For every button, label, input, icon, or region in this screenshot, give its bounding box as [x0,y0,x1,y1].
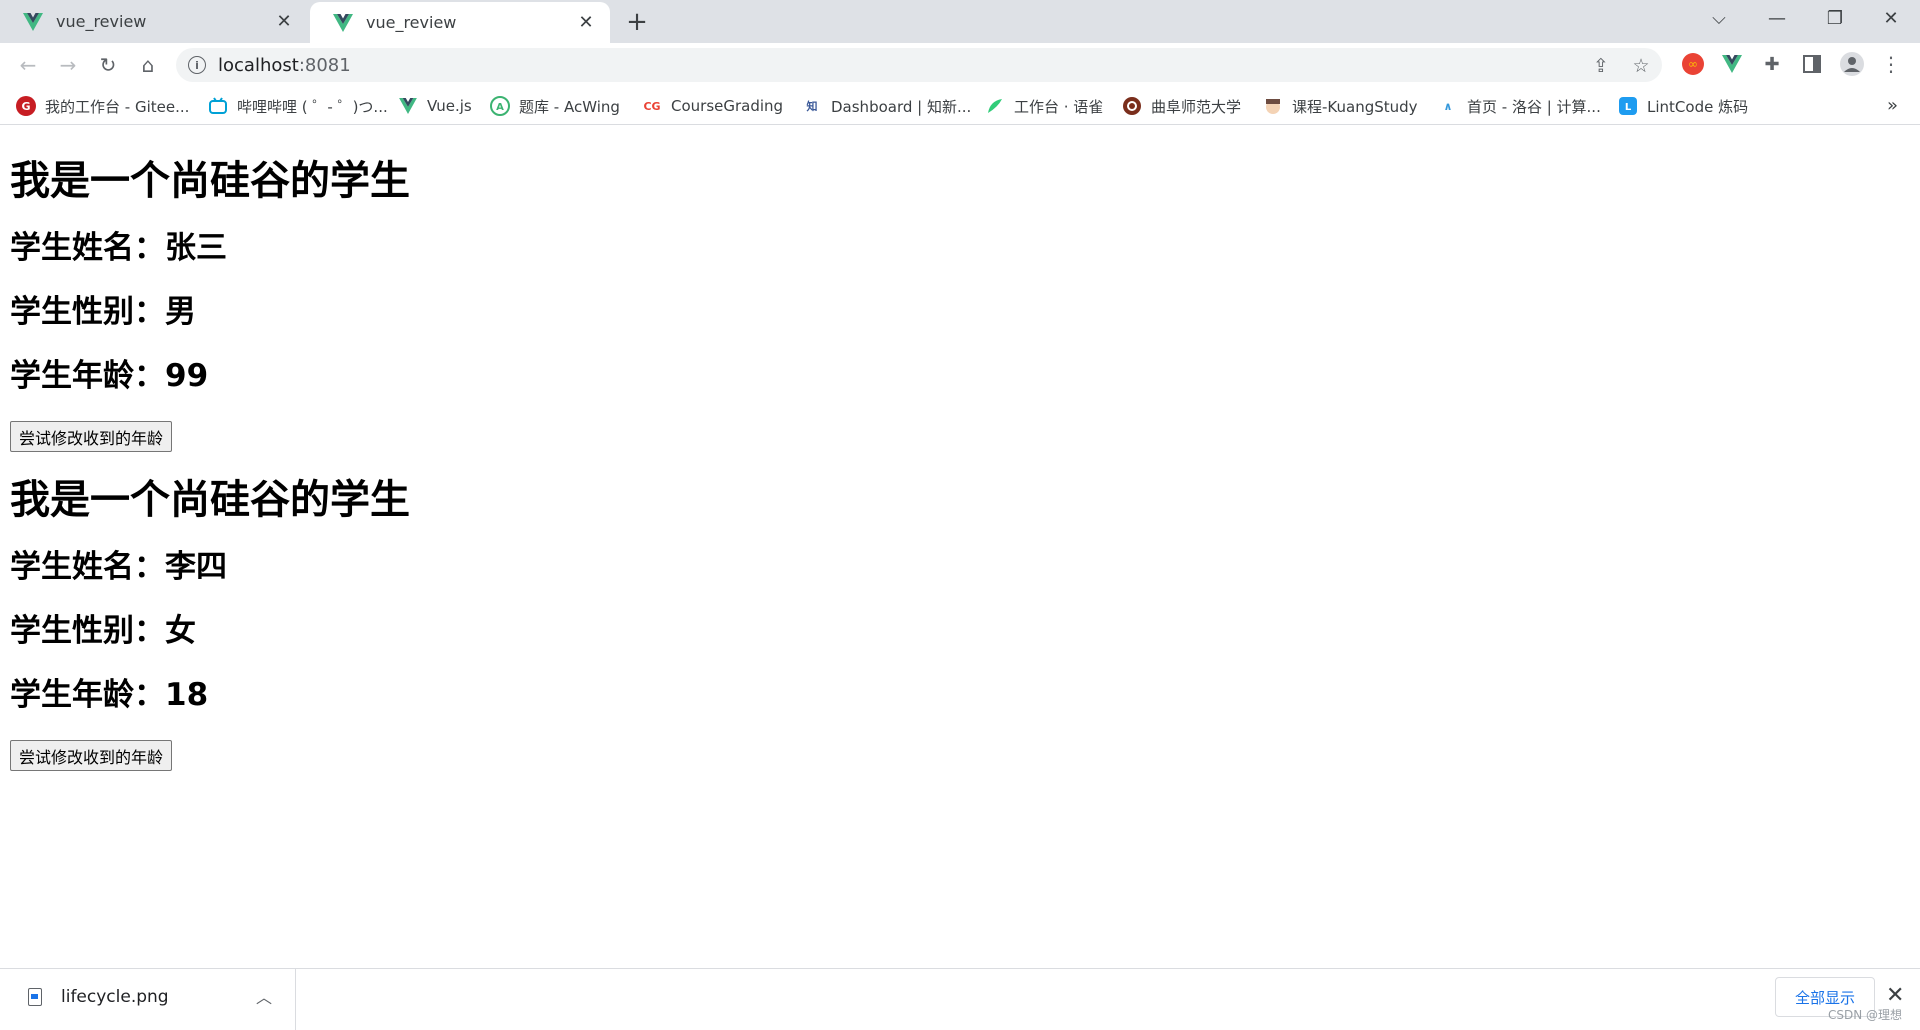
student-age: 学生年龄：99 [10,358,209,394]
tab-strip: vue_review ✕ vue_review ✕ + ⌵ — ❐ ✕ [0,0,1920,43]
qfnu-icon [1122,96,1142,116]
svg-text:L: L [1625,102,1632,113]
tab-search-icon[interactable]: ⌵ [1690,0,1748,36]
dashboard-icon: 知 [806,100,818,113]
student-age: 学生年龄：18 [10,677,209,713]
gitee-icon: G [16,96,36,116]
student-name: 学生姓名：李四 [10,549,227,585]
back-icon[interactable]: ← [12,49,44,81]
browser-window: vue_review ✕ vue_review ✕ + ⌵ — ❐ ✕ ← → … [0,0,1920,1030]
svg-text:A: A [496,102,504,113]
share-icon[interactable]: ⇪ [1590,55,1612,77]
student-sex: 学生性别：女 [10,613,196,649]
site-info-icon[interactable]: i [188,56,206,74]
svg-text:∞: ∞ [1688,57,1698,71]
download-shelf: lifecycle.png ︿ 全部显示 ✕ [0,968,1920,1030]
modify-age-button[interactable]: 尝试修改收到的年龄 [10,740,173,771]
extensions-puzzle-icon[interactable]: ✚ [1759,51,1785,77]
bookmark-coursegrading[interactable]: CG CourseGrading [642,94,783,118]
bookmark-yuque[interactable]: 工作台 · 语雀 [985,94,1103,118]
student-name: 学生姓名：张三 [10,230,227,266]
tab-vue-review-2[interactable]: vue_review ✕ [310,2,610,43]
coursegrading-icon: CG [643,99,661,113]
minimize-icon[interactable]: — [1748,0,1806,36]
tab-title: vue_review [366,13,457,32]
download-file-name: lifecycle.png [61,987,169,1007]
modify-age-button[interactable]: 尝试修改收到的年龄 [10,421,173,452]
lintcode-icon: L [1618,96,1638,116]
close-icon[interactable]: ✕ [1886,983,1904,1008]
extension-infinity-icon[interactable]: ∞ [1680,51,1706,77]
side-panel-icon[interactable] [1799,51,1825,77]
student-heading: 我是一个尚硅谷的学生 [10,158,410,204]
close-icon[interactable]: ✕ [270,8,298,36]
chevron-up-icon[interactable]: ︿ [256,984,272,1008]
forward-icon[interactable]: → [52,49,84,81]
student-heading: 我是一个尚硅谷的学生 [10,477,410,523]
bookmark-star-icon[interactable]: ☆ [1630,55,1652,77]
home-icon[interactable]: ⌂ [132,49,164,81]
student-component: 我是一个尚硅谷的学生 学生姓名：张三 学生性别：男 学生年龄：99 尝试修改收到… [10,160,810,452]
bookmark-lintcode[interactable]: L LintCode 炼码 [1618,94,1748,118]
close-icon[interactable]: ✕ [572,9,600,37]
watermark: CSDN @理想 [1828,1008,1903,1022]
restore-icon[interactable]: ❐ [1806,0,1864,36]
bilibili-icon [208,96,228,116]
url-text[interactable]: localhost:8081 [218,55,351,76]
window-close-icon[interactable]: ✕ [1862,0,1920,36]
bookmark-bilibili[interactable]: 哔哩哔哩 ( ゜- ゜)つ... [208,94,388,118]
new-tab-button[interactable]: + [622,7,652,37]
acwing-icon: A [490,96,510,116]
tab-title: vue_review [56,12,147,31]
menu-kebab-icon[interactable]: ⋮ [1878,51,1904,77]
svg-text:G: G [21,100,30,113]
bookmark-gitee[interactable]: G 我的工作台 - Gitee... [16,94,189,118]
page-content: 我是一个尚硅谷的学生 学生姓名：张三 学生性别：男 学生年龄：99 尝试修改收到… [0,126,1920,968]
download-item[interactable]: lifecycle.png ︿ [0,969,296,1030]
luogu-icon: ∧ [1443,99,1453,113]
tab-vue-review-1[interactable]: vue_review ✕ [0,0,308,43]
address-bar[interactable]: i localhost:8081 ⇪ ☆ [176,48,1662,82]
bookmark-kuangstudy[interactable]: 课程-KuangStudy [1263,94,1418,118]
student-sex: 学生性别：男 [10,294,196,330]
toolbar: ← → ↻ ⌂ i localhost:8081 ⇪ ☆ [0,43,1920,87]
bookmark-acwing[interactable]: A 题库 - AcWing [490,94,620,118]
bookmark-dashboard[interactable]: 知 Dashboard | 知新... [802,94,972,118]
vue-icon [332,12,354,34]
bookmark-luogu[interactable]: ∧ 首页 - 洛谷 | 计算... [1438,94,1601,118]
vue-icon [22,11,44,33]
bookmark-vuejs[interactable]: Vue.js [398,94,472,118]
vue-devtools-icon[interactable] [1719,51,1745,77]
student-component: 我是一个尚硅谷的学生 学生姓名：李四 学生性别：女 学生年龄：18 尝试修改收到… [10,479,810,771]
profile-avatar-icon[interactable] [1839,51,1865,77]
image-file-icon [28,988,42,1006]
bookmarks-bar: G 我的工作台 - Gitee... 哔哩哔哩 ( ゜- ゜)つ... Vue.… [0,87,1920,125]
vue-icon [398,96,418,116]
bookmarks-overflow-icon[interactable]: » [1887,95,1898,116]
reload-icon[interactable]: ↻ [92,49,124,81]
yuque-icon [985,96,1005,116]
bookmark-qfnu[interactable]: 曲阜师范大学 [1122,94,1241,118]
kuangstudy-icon [1263,96,1283,116]
